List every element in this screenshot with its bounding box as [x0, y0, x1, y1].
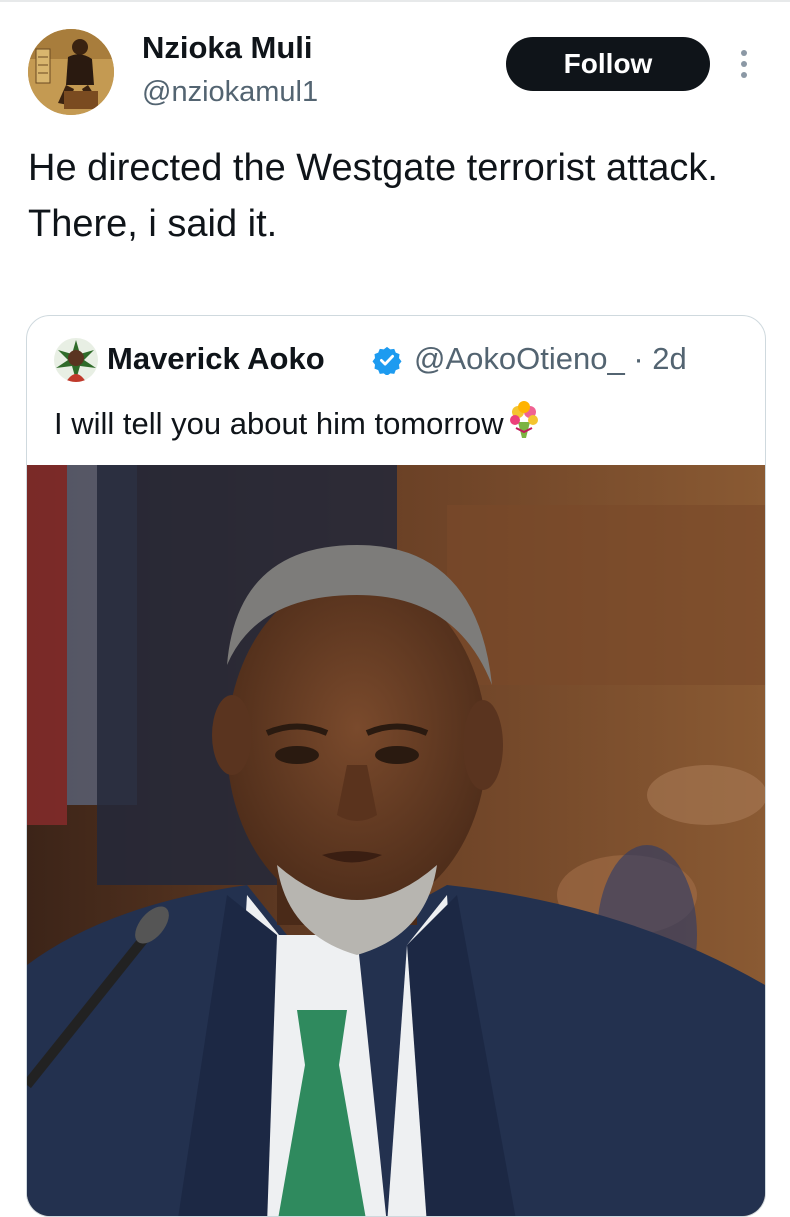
author-handle[interactable]: @nziokamul1: [142, 76, 318, 109]
author-avatar[interactable]: [28, 29, 114, 115]
quoted-text-content: I will tell you about him tomorrow: [54, 406, 504, 441]
tweet-line: He directed the Westgate terrorist attac…: [28, 147, 718, 189]
quoted-handle-time[interactable]: @AokoOtieno_ · 2d: [414, 341, 687, 377]
more-options-icon[interactable]: [736, 48, 752, 80]
quoted-author-name[interactable]: Maverick Aoko: [107, 341, 325, 377]
author-name[interactable]: Nzioka Muli: [142, 30, 313, 66]
quoted-tweet-text: I will tell you about him tomorrow: [54, 400, 544, 442]
verified-badge-icon: [372, 345, 402, 376]
quoted-author-avatar[interactable]: [54, 338, 98, 382]
quoted-tweet-card[interactable]: Maverick Aoko @AokoOtieno_ · 2d I will t…: [26, 315, 766, 1217]
tweet-text: He directed the Westgate terrorist attac…: [28, 140, 758, 252]
top-divider: [0, 0, 790, 2]
bouquet-icon: [504, 400, 544, 440]
follow-button[interactable]: Follow: [506, 37, 710, 91]
tweet-line: There, i said it.: [28, 203, 278, 245]
quoted-tweet-photo[interactable]: [27, 465, 765, 1216]
